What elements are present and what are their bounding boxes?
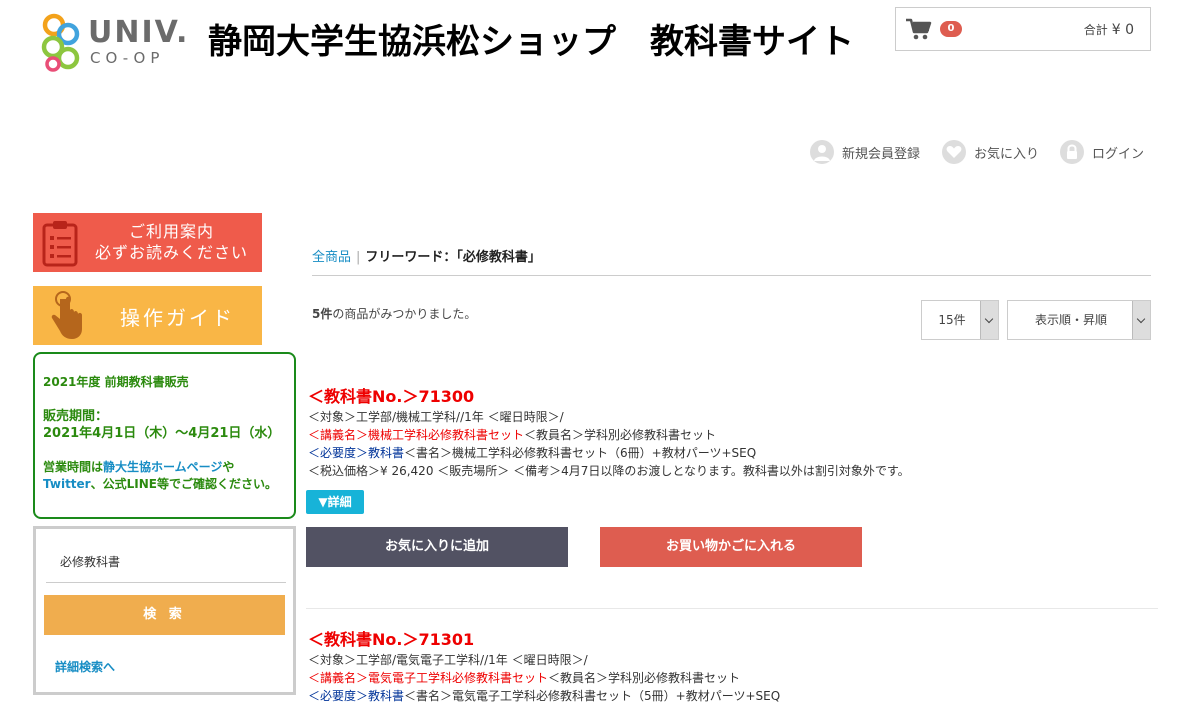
heart-icon [942,140,966,164]
usage-guide-line1: ご利用案内 [128,222,214,241]
add-to-cart-button[interactable]: お買い物かごに入れる [600,527,862,567]
product-book-row: ＜必要度＞教科書＜書名＞電気電子工学科必修教科書セット（5冊）+教材パーツ+SE… [308,687,1158,704]
sales-period-label: 販売期間： [43,409,109,424]
book-label: ＜書名＞ [404,446,453,460]
product-price: ¥ 26,420 [380,464,434,478]
site-title: 静岡大学生協浜松ショップ 教科書サイト [208,22,854,62]
breadcrumb: 全商品 | フリーワード：「必修教科書」 [312,246,541,265]
hours-text-post: 、公式LINE等でご確認ください。 [90,477,277,491]
product-day: / [583,653,588,667]
result-count: 5件の商品がみつかりました。 [312,305,476,322]
coop-homepage-link[interactable]: 静大生協ホームページ [103,460,222,474]
advanced-search-link[interactable]: 詳細検索へ [55,658,115,675]
course-label: ＜講義名＞ [308,671,369,685]
favorites-label: お気に入り [974,146,1040,162]
usage-guide-text: ご利用案内 必ずお読みください [81,221,262,263]
product-course-row: ＜講義名＞機械工学科必修教科書セット＜教員名＞学科別必修教科書セット [308,426,1158,444]
sales-info-box: 2021年度 前期教科書販売 販売期間： 2021年4月1日（木）～4月21日（… [33,352,296,519]
chevron-down-icon [1132,301,1150,339]
register-label: 新規会員登録 [842,146,921,162]
breadcrumb-separator: | [356,250,361,265]
search-input[interactable]: 必修教科書 [46,541,286,583]
product-target-row: ＜対象＞工学部/機械工学科//1年 ＜曜日時限＞/ [308,408,1158,426]
search-panel: 必修教科書 検 索 詳細検索へ [33,526,296,695]
book-label: ＜書名＞ [404,689,453,703]
day-label: ＜曜日時限＞ [511,653,584,667]
product-target-row: ＜対象＞工学部/電気電子工学科//1年 ＜曜日時限＞/ [308,651,1158,669]
clipboard-icon [42,221,78,267]
hours-text-pre: 営業時間は [43,460,104,474]
product-course: 機械工学科必修教科書セット [368,428,525,442]
register-link[interactable]: 新規会員登録 [810,140,920,164]
search-button[interactable]: 検 索 [44,595,285,635]
favorites-link[interactable]: お気に入り [942,140,1039,164]
user-icon [810,140,834,164]
product-target: 工学部/電気電子工学科//1年 [356,653,508,667]
login-label: ログイン [1092,146,1145,162]
product-course: 電気電子工学科必修教科書セット [368,671,549,685]
hours-text-mid: や [222,460,235,474]
operation-guide-label: 操作ガイド [120,306,235,330]
product-note: 4月7日以降のお渡しとなります。教科書以外は割引対象外です。 [561,464,910,478]
result-count-text: の商品がみつかりました。 [332,307,477,321]
product-day: / [559,410,564,424]
operation-guide-banner[interactable]: 操作ガイド [33,286,262,345]
need-label: ＜必要度＞ [308,689,369,703]
product-number[interactable]: ＜教科書No.＞71300 [308,386,1158,408]
course-label: ＜講義名＞ [308,428,369,442]
divider [312,275,1151,276]
day-label: ＜曜日時限＞ [487,410,560,424]
detail-toggle-button[interactable]: ▼詳細 [306,490,364,514]
lock-icon [1060,140,1084,164]
login-link[interactable]: ログイン [1060,140,1144,164]
add-to-favorites-button[interactable]: お気に入りに追加 [306,527,568,567]
business-hours-note: 営業時間は静大生協ホームページや Twitter、公式LINE等でご確認ください… [43,459,286,493]
target-label: ＜対象＞ [308,653,357,667]
user-nav: 新規会員登録 お気に入り ログイン [0,140,1181,166]
price-label: ＜税込価格＞ [308,464,381,478]
cart-summary[interactable]: 合計 ¥ 0 [895,7,1151,51]
product-need: 教科書 [368,446,405,460]
sales-period: 販売期間： 2021年4月1日（木）～4月21日（水） [43,408,286,442]
product-number[interactable]: ＜教科書No.＞71301 [308,629,1158,651]
result-count-number: 5件 [312,307,333,321]
breadcrumb-all-products[interactable]: 全商品 [312,250,351,265]
product-teacher: 学科別必修教科書セット [584,428,717,442]
teacher-label: ＜教員名＞ [548,671,609,685]
cart-total-value: ¥ 0 [1111,22,1134,38]
per-page-value: 15件 [938,313,966,327]
chevron-down-icon [980,301,998,339]
need-label: ＜必要度＞ [308,446,369,460]
sales-period-value: 2021年4月1日（木）～4月21日（水） [43,426,281,441]
product-item: ＜教科書No.＞71301 ＜対象＞工学部/電気電子工学科//1年 ＜曜日時限＞… [308,629,1158,704]
product-book: 電気電子工学科必修教科書セット（5冊）+教材パーツ+SEQ [452,689,781,703]
product-divider [306,608,1158,609]
product-item: ＜教科書No.＞71300 ＜対象＞工学部/機械工学科//1年 ＜曜日時限＞/ … [308,386,1158,480]
usage-guide-line2: 必ずお読みください [94,243,248,262]
teacher-label: ＜教員名＞ [524,428,585,442]
product-need: 教科書 [368,689,405,703]
product-target: 工学部/機械工学科//1年 [356,410,484,424]
cart-count-badge: 0 [940,21,962,37]
product-price-row: ＜税込価格＞¥ 26,420 ＜販売場所＞ ＜備考＞4月7日以降のお渡しとなりま… [308,462,1158,480]
usage-guide-banner[interactable]: ご利用案内 必ずお読みください [33,213,262,272]
pointing-hand-icon [51,291,82,339]
product-course-row: ＜講義名＞電気電子工学科必修教科書セット＜教員名＞学科別必修教科書セット [308,669,1158,687]
cart-total-label: 合計 [1083,23,1108,37]
target-label: ＜対象＞ [308,410,357,424]
twitter-link[interactable]: Twitter [43,477,91,491]
product-teacher: 学科別必修教科書セット [608,671,741,685]
per-page-select[interactable]: 15件 [921,300,999,340]
sort-select[interactable]: 表示順・昇順 [1007,300,1151,340]
note-label: ＜備考＞ [513,464,562,478]
sort-value: 表示順・昇順 [1034,313,1107,327]
cart-icon [906,18,932,40]
breadcrumb-current: フリーワード：「必修教科書」 [365,250,541,265]
product-book: 機械工学科必修教科書セット（6冊）+教材パーツ+SEQ [452,446,757,460]
cart-total: 合計 ¥ 0 [1084,21,1134,38]
sales-info-title: 2021年度 前期教科書販売 [43,375,189,389]
place-label: ＜販売場所＞ [437,464,510,478]
product-book-row: ＜必要度＞教科書＜書名＞機械工学科必修教科書セット（6冊）+教材パーツ+SEQ [308,444,1158,462]
